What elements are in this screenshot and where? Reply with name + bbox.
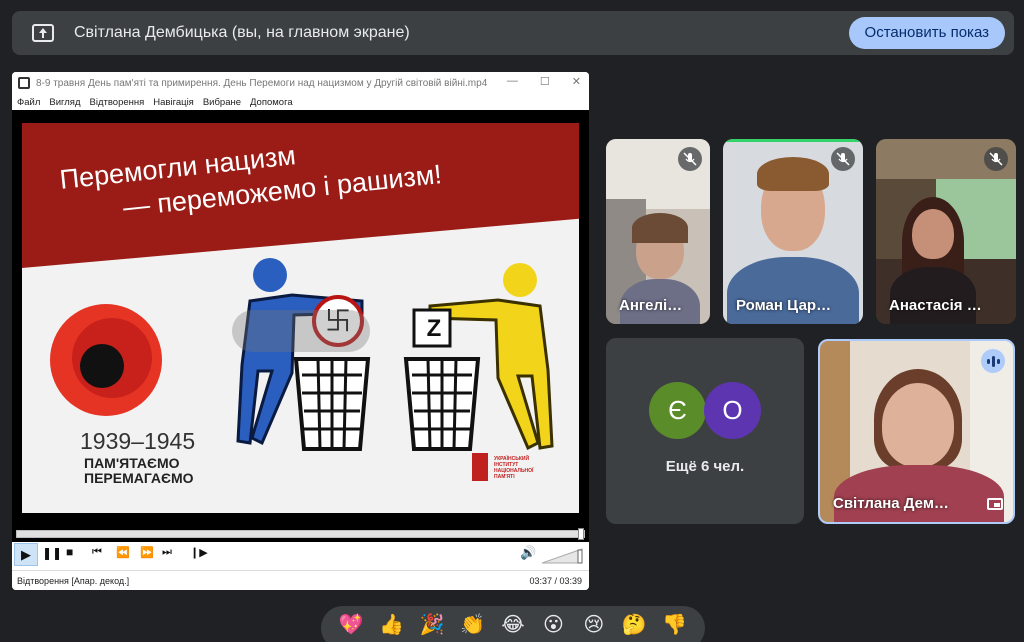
frame-step-icon[interactable]: ❙▶ <box>190 546 208 559</box>
menu-help[interactable]: Допомога <box>250 97 293 108</box>
reaction-thumbs-up[interactable]: 👍 <box>375 612 409 638</box>
menu-favorites[interactable]: Вибране <box>203 97 241 108</box>
playback-status: Відтворення [Апар. декод.] <box>17 576 130 586</box>
transport-controls: ▶ ❚❚ ■ ⏮ ⏪ ⏩ ⏭ ❙▶ 🔊 <box>12 542 589 568</box>
menu-file[interactable]: Файл <box>17 97 40 108</box>
player-menubar: Файл Вигляд Відтворення Навігація Вибран… <box>12 94 589 110</box>
reactions-bar: 💖 👍 🎉 👏 😂 😮 😢 🤔 👎 <box>321 606 705 642</box>
more-participants-tile[interactable]: Є О Ещё 6 чел. <box>606 338 804 524</box>
reaction-party[interactable]: 🎉 <box>415 612 449 638</box>
participant-name: Світлана Дем… <box>833 495 949 512</box>
play-icon[interactable]: ▶ <box>14 543 38 566</box>
participant-tile[interactable]: Роман Цар… <box>723 139 863 324</box>
trash-bin-right <box>403 357 481 451</box>
slide-years: 1939–1945 <box>80 428 196 454</box>
playback-time: 03:37 / 03:39 <box>529 576 582 586</box>
reaction-laugh[interactable]: 😂 <box>496 612 530 638</box>
stop-presenting-button[interactable]: Остановить показ <box>848 17 1005 49</box>
z-letter: Z <box>426 315 442 342</box>
participant-name: Роман Цар… <box>736 297 832 314</box>
overlay-controls <box>232 310 370 352</box>
reaction-thumbs-down[interactable]: 👎 <box>658 612 692 638</box>
maximize-icon[interactable]: ☐ <box>540 75 550 88</box>
seek-bar[interactable] <box>16 528 585 540</box>
rewind-icon[interactable]: ⏪ <box>116 546 130 559</box>
mic-off-icon <box>984 147 1008 171</box>
pause-icon[interactable]: ❚❚ <box>42 546 62 560</box>
mic-off-icon <box>831 147 855 171</box>
stop-icon[interactable]: ■ <box>66 545 73 559</box>
avatar: Є <box>649 382 706 439</box>
speaking-indicator-icon <box>981 349 1005 373</box>
present-screen-icon <box>32 24 54 42</box>
reaction-clap[interactable]: 👏 <box>456 612 490 638</box>
media-player-window: 8-9 травня День пам'яті та примирення. Д… <box>12 72 589 590</box>
player-titlebar: 8-9 травня День пам'яті та примирення. Д… <box>12 72 589 94</box>
skip-back-icon[interactable]: ⏮ <box>92 546 102 559</box>
fast-forward-icon[interactable]: ⏩ <box>140 546 154 559</box>
video-frame: Перемогли нацизм — переможемо і рашизм! … <box>22 123 579 513</box>
reaction-sad[interactable]: 😢 <box>577 612 611 638</box>
reaction-heart[interactable]: 💖 <box>334 612 368 638</box>
presenting-text: Світлана Дембицька (вы, на главном экран… <box>74 24 410 41</box>
reaction-surprised[interactable]: 😮 <box>536 612 570 638</box>
avatar: О <box>704 382 761 439</box>
minimize-icon[interactable]: — <box>507 75 518 88</box>
media-player-app-icon <box>18 77 30 89</box>
participant-tile[interactable]: Анастасія … <box>876 139 1016 324</box>
player-title: 8-9 травня День пам'яті та примирення. Д… <box>36 77 488 89</box>
self-view-tile[interactable]: Світлана Дем… <box>818 339 1015 524</box>
close-icon[interactable]: ✕ <box>572 75 581 88</box>
presenting-banner: Світлана Дембицька (вы, на главном экран… <box>12 11 1014 55</box>
menu-view[interactable]: Вигляд <box>49 97 80 108</box>
volume-icon[interactable]: 🔊 <box>520 545 536 561</box>
poppy-icon <box>50 304 162 416</box>
more-participants-count: Ещё 6 чел. <box>665 458 745 475</box>
slide-institute: УКРАЇНСЬКИЙ ІНСТИТУТ НАЦІОНАЛЬНОЇ ПАМ'ЯТ… <box>494 456 534 480</box>
mic-off-icon <box>678 147 702 171</box>
skip-forward-icon[interactable]: ⏭ <box>162 546 172 559</box>
seek-handle[interactable] <box>578 528 584 540</box>
volume-slider[interactable] <box>542 548 584 564</box>
slide-subtitle: ПАМ'ЯТАЄМО ПЕРЕМАГАЄМО <box>84 455 194 486</box>
participant-name: Ангелі… <box>619 297 683 314</box>
participant-tile[interactable]: Ангелі… <box>606 139 710 324</box>
trash-bin-left <box>293 357 371 451</box>
reaction-thinking[interactable]: 🤔 <box>617 612 651 638</box>
video-area[interactable]: Перемогли нацизм — переможемо і рашизм! … <box>12 110 589 560</box>
menu-playback[interactable]: Відтворення <box>90 97 145 108</box>
menu-navigation[interactable]: Навігація <box>153 97 194 108</box>
institute-logo-icon <box>472 453 488 481</box>
player-statusbar: Відтворення [Апар. декод.] 03:37 / 03:39 <box>12 570 589 590</box>
picture-in-picture-icon[interactable] <box>987 498 1003 510</box>
participant-name: Анастасія … <box>889 297 982 314</box>
